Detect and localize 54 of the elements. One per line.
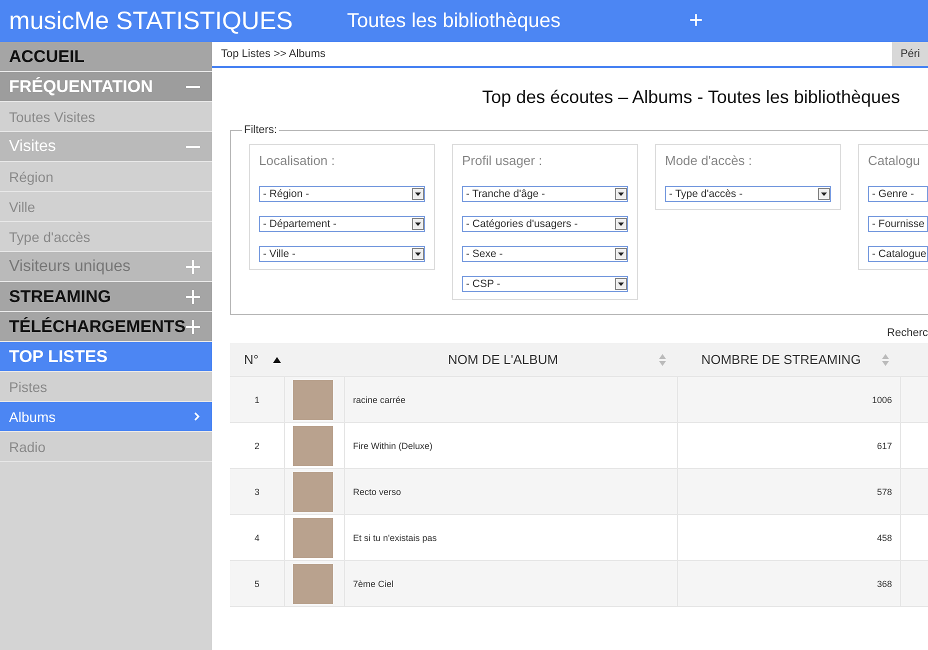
streaming-count-cell: 617 <box>678 423 901 469</box>
album-name-cell: Recto verso <box>345 469 678 515</box>
page-heading: Top des écoutes – Albums - Toutes les bibliothèques <box>481 87 900 108</box>
dropdown[interactable]: - Département - <box>259 216 425 232</box>
filters-legend: Filters: <box>242 124 279 136</box>
album-name-cell: 7ème Ciel <box>345 561 678 607</box>
minus-icon <box>186 86 200 88</box>
dropdown[interactable]: - Genre - <box>868 186 928 202</box>
filter-group-title: Catalogu <box>868 153 922 168</box>
breadcrumb: Top Listes >> Albums <box>221 48 326 60</box>
album-cover-photo <box>293 426 333 466</box>
sidebar-item[interactable]: TÉLÉCHARGEMENTS <box>0 312 212 342</box>
library-name: Toutes les bibliothèques <box>347 10 562 32</box>
streaming-count-cell: 368 <box>678 561 901 607</box>
rank-cell: 4 <box>230 515 285 561</box>
dropdown[interactable]: - Tranche d'âge - <box>462 186 628 202</box>
dropdown[interactable]: - CSP - <box>462 276 628 292</box>
period-button[interactable]: Péri <box>892 42 928 66</box>
album-name-cell: Et si tu n'existais pas <box>345 515 678 561</box>
dropdown[interactable]: - Catégories d'usagers - <box>462 216 628 232</box>
plus-icon <box>186 320 200 334</box>
minus-icon <box>186 146 200 148</box>
dropdown[interactable]: - Fournisse <box>868 216 928 232</box>
album-cover-photo <box>293 380 333 420</box>
search-label: Recherc <box>886 327 928 339</box>
streaming-count-cell: 578 <box>678 469 901 515</box>
filter-group-title: Profil usager : <box>462 153 544 168</box>
rank-cell: 2 <box>230 423 285 469</box>
sidebar-item[interactable]: STREAMING <box>0 282 212 312</box>
dropdown[interactable]: - Région - <box>259 186 425 202</box>
dropdown[interactable]: - Sexe - <box>462 246 628 262</box>
column-header[interactable]: NOMBRE DE STREAMING <box>678 343 901 377</box>
column-header[interactable]: N° <box>230 343 345 377</box>
album-cover-photo <box>293 472 333 512</box>
album-name-cell: racine carrée <box>345 377 678 423</box>
chevron-icon <box>194 412 200 421</box>
streaming-count-cell: 458 <box>678 515 901 561</box>
plus-icon <box>186 290 200 304</box>
filter-group-title: Mode d'accès : <box>665 153 754 168</box>
album-cover-photo <box>293 564 333 604</box>
rank-cell: 3 <box>230 469 285 515</box>
filter-group-title: Localisation : <box>259 153 336 168</box>
album-name-cell: Fire Within (Deluxe) <box>345 423 678 469</box>
rank-cell: 1 <box>230 377 285 423</box>
sidebar-item[interactable]: ACCUEIL <box>0 42 212 72</box>
rank-cell: 5 <box>230 561 285 607</box>
app-title: musicMe STATISTIQUES <box>9 6 294 36</box>
dropdown[interactable]: - Type d'accès - <box>665 186 831 202</box>
plus-icon <box>186 260 200 274</box>
album-cover-photo <box>293 518 333 558</box>
dropdown[interactable]: - Catalogue <box>868 246 928 262</box>
dropdown[interactable]: - Ville - <box>259 246 425 262</box>
column-header[interactable]: NOM DE L'ALBUM <box>345 343 678 377</box>
streaming-count-cell: 1006 <box>678 377 901 423</box>
